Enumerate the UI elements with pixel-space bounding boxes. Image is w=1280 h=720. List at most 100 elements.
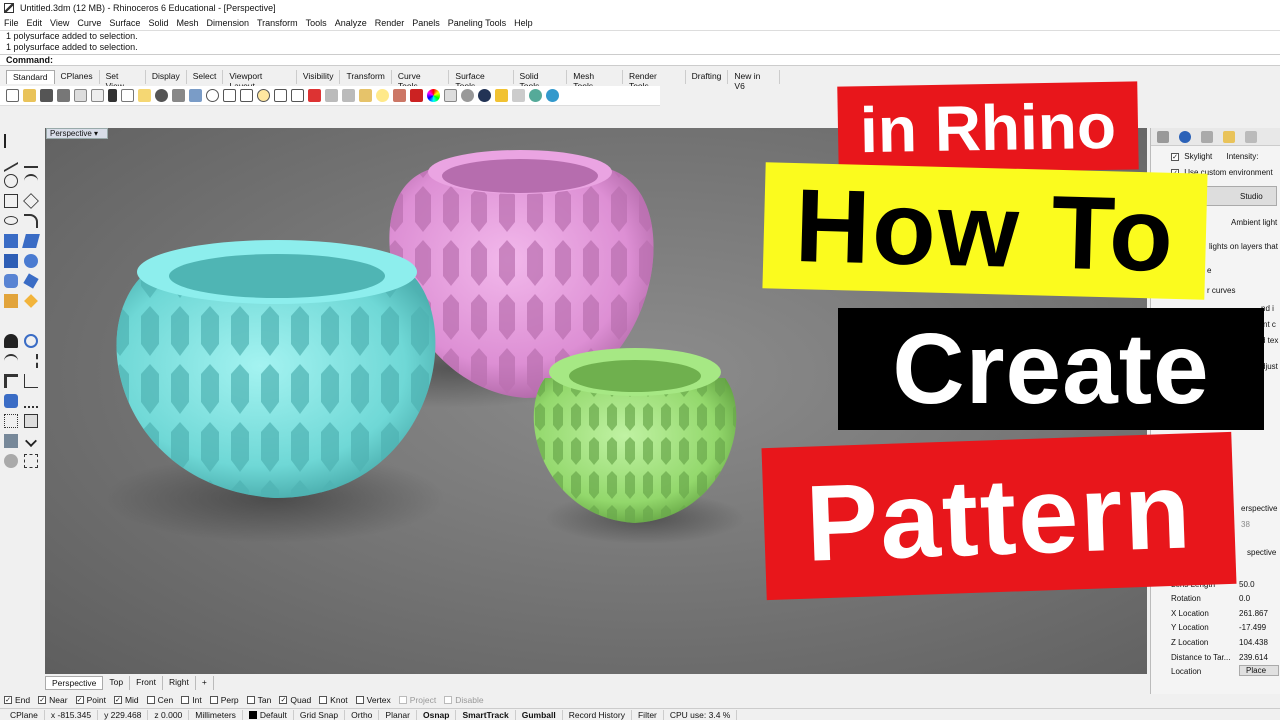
check-icon[interactable] — [25, 435, 37, 447]
tab-drafting[interactable]: Drafting — [685, 70, 729, 84]
menu-analyze[interactable]: Analyze — [335, 18, 367, 28]
osnap-int[interactable]: Int — [181, 695, 202, 705]
osnap-mid[interactable]: ✓ Mid — [113, 695, 139, 705]
tab-render-tools[interactable]: Render Tools — [622, 70, 686, 91]
prop-value[interactable]: 239.614 — [1239, 653, 1268, 662]
viewport-tab-front[interactable]: Front — [130, 676, 163, 690]
zoom-selected-icon[interactable] — [257, 89, 270, 102]
osnap-checkbox[interactable]: ✓ — [38, 696, 47, 704]
tab-display[interactable]: Display — [145, 70, 187, 84]
help-icon[interactable] — [546, 89, 559, 102]
boolean-icon[interactable] — [4, 334, 18, 348]
globe-icon[interactable] — [529, 89, 542, 102]
osnap-quad[interactable]: ✓ Quad — [279, 695, 311, 705]
command-line[interactable]: Command: — [0, 54, 1280, 66]
prop-value[interactable]: 104.438 — [1239, 638, 1268, 647]
extrude-icon[interactable] — [23, 273, 39, 289]
prop-value[interactable]: 261.867 — [1239, 609, 1268, 618]
osnap-checkbox[interactable] — [246, 696, 255, 704]
osnap-checkbox[interactable] — [355, 696, 364, 704]
toggle-smarttrack[interactable]: SmartTrack — [456, 709, 516, 720]
new-file-icon[interactable] — [6, 89, 19, 102]
loft-icon[interactable] — [22, 234, 40, 248]
libraries-tab-icon[interactable] — [1223, 130, 1235, 143]
render-preview-icon[interactable] — [4, 454, 18, 468]
box-icon[interactable] — [4, 254, 18, 268]
undo-view-icon[interactable] — [274, 89, 287, 102]
menu-mesh[interactable]: Mesh — [176, 18, 198, 28]
add-viewport-icon[interactable]: + — [196, 676, 214, 690]
move-icon[interactable] — [325, 89, 338, 102]
color-wheel-icon[interactable] — [427, 89, 440, 102]
green-bowl[interactable] — [533, 348, 737, 523]
osnap-knot[interactable]: Knot — [319, 695, 348, 705]
viewport-tab-right[interactable]: Right — [163, 676, 196, 690]
materials-tab-icon[interactable] — [1201, 130, 1213, 143]
prop-value[interactable]: -17.499 — [1239, 623, 1266, 632]
tab-visibility[interactable]: Visibility — [296, 70, 341, 84]
paste-icon[interactable] — [138, 89, 151, 102]
sphere-icon[interactable] — [24, 254, 38, 268]
osnap-tan[interactable]: Tan — [246, 695, 271, 705]
osnap-checkbox[interactable]: ✓ — [75, 696, 84, 704]
tab-set-view[interactable]: Set View — [99, 70, 146, 91]
toggle-filter[interactable]: Filter — [632, 709, 664, 720]
environment-sphere-icon[interactable] — [478, 89, 491, 102]
tab-mesh-tools[interactable]: Mesh Tools — [567, 70, 623, 91]
viewport-tab-perspective[interactable]: Perspective — [45, 676, 104, 690]
arc-icon[interactable] — [24, 174, 38, 188]
properties-tab-icon[interactable] — [1157, 130, 1169, 143]
menu-render[interactable]: Render — [375, 18, 405, 28]
menu-panels[interactable]: Panels — [412, 18, 440, 28]
units-label[interactable]: Millimeters — [189, 709, 243, 720]
undo-icon[interactable] — [155, 89, 168, 102]
osnap-vertex[interactable]: Vertex — [355, 695, 391, 705]
select-points-icon[interactable] — [342, 89, 355, 102]
save-icon[interactable] — [40, 89, 53, 102]
join-icon[interactable] — [24, 334, 38, 348]
help-tab-icon[interactable] — [1245, 130, 1257, 143]
menu-surface[interactable]: Surface — [109, 18, 140, 28]
tab-new-in-v6[interactable]: New in V6 — [728, 70, 780, 91]
render-icon[interactable] — [495, 89, 508, 102]
options-icon[interactable] — [512, 89, 525, 102]
toggle-planar[interactable]: Planar — [379, 709, 417, 720]
point-icon[interactable] — [24, 134, 38, 148]
circle-icon[interactable] — [4, 174, 18, 188]
menu-solid[interactable]: Solid — [148, 18, 168, 28]
hatch-icon[interactable] — [24, 394, 38, 408]
copy-window-icon[interactable] — [91, 89, 104, 102]
menu-curve[interactable]: Curve — [77, 18, 101, 28]
car-icon[interactable] — [308, 89, 321, 102]
osnap-checkbox[interactable]: ✓ — [279, 696, 288, 704]
menu-edit[interactable]: Edit — [27, 18, 43, 28]
osnap-checkbox[interactable] — [398, 696, 407, 704]
fillet-icon[interactable] — [24, 214, 38, 228]
tab-solid-tools[interactable]: Solid Tools — [513, 70, 568, 91]
lock-icon[interactable] — [393, 89, 406, 102]
copy-icon[interactable] — [121, 89, 134, 102]
osnap-checkbox[interactable]: ✓ — [113, 696, 122, 704]
zoom-extents-icon[interactable] — [240, 89, 253, 102]
osnap-point[interactable]: ✓ Point — [75, 695, 106, 705]
viewport-title[interactable]: Perspective ▾ — [46, 128, 108, 139]
prop-value[interactable]: 0.0 — [1239, 594, 1250, 603]
material-icon[interactable] — [444, 89, 457, 102]
cut-icon[interactable] — [108, 89, 117, 102]
layer-icon[interactable] — [410, 89, 423, 102]
tab-surface-tools[interactable]: Surface Tools — [449, 70, 514, 91]
menu-help[interactable]: Help — [514, 18, 533, 28]
dimension-icon[interactable] — [24, 374, 38, 388]
split-icon[interactable] — [24, 354, 38, 368]
layer-indicator[interactable]: Default — [243, 709, 294, 720]
grid-array-icon[interactable] — [24, 414, 38, 428]
text-icon[interactable] — [4, 374, 18, 388]
menu-dimension[interactable]: Dimension — [206, 18, 249, 28]
viewport-tab-top[interactable]: Top — [103, 676, 131, 690]
render-sphere-icon[interactable] — [461, 89, 474, 102]
polyline-icon[interactable] — [4, 149, 18, 173]
rendering-tab-icon[interactable] — [1179, 130, 1191, 143]
osnap-checkbox[interactable] — [444, 696, 453, 704]
cplane-label[interactable]: CPlane — [4, 709, 45, 720]
selection-icon[interactable] — [24, 454, 38, 468]
